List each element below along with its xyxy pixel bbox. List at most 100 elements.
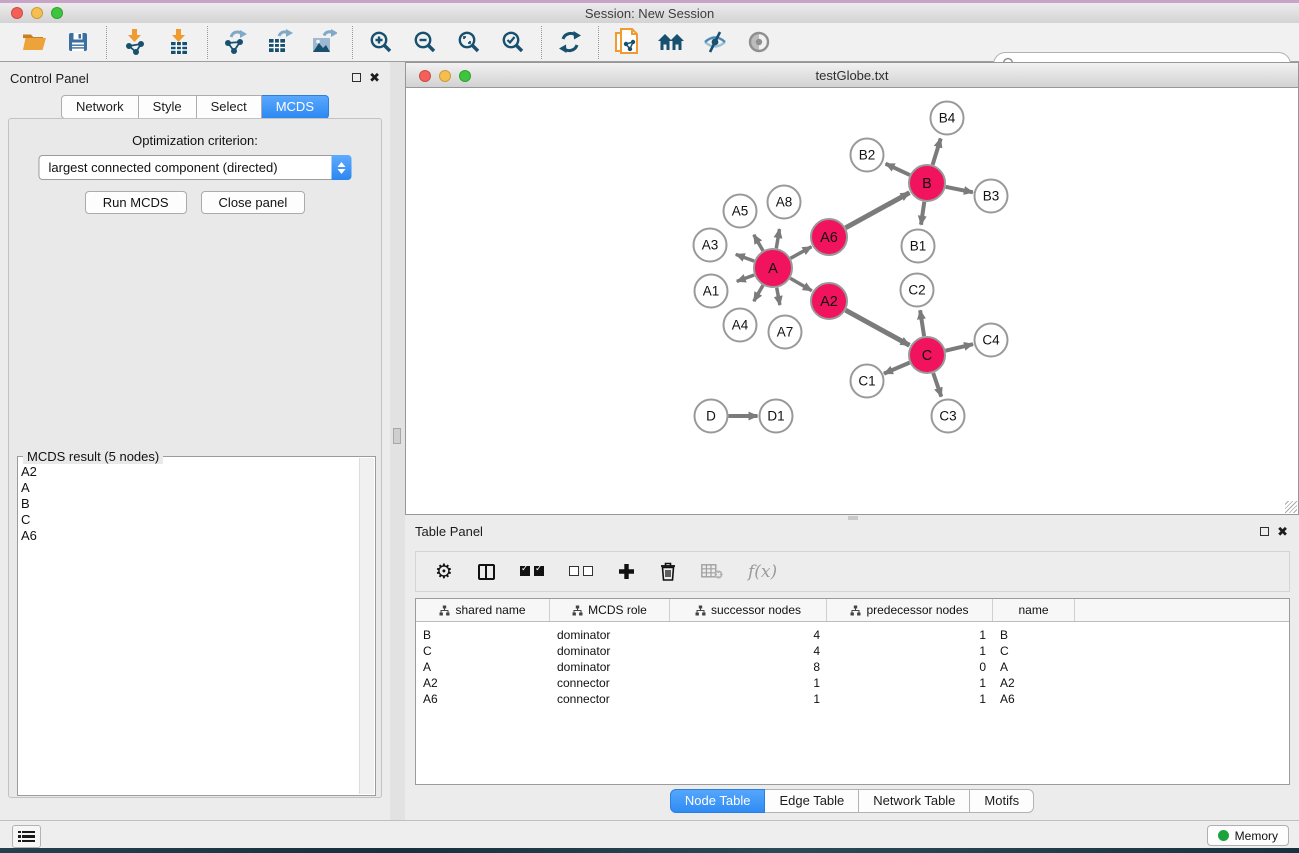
graph-node-C4[interactable]: C4	[975, 324, 1008, 357]
edge-C-C4[interactable]	[946, 344, 974, 351]
criterion-select[interactable]: largest connected component (directed)	[39, 155, 352, 180]
tab-select[interactable]: Select	[197, 95, 262, 119]
tab-node-table[interactable]: Node Table	[670, 789, 766, 813]
network-from-selection-button[interactable]	[608, 27, 646, 58]
tab-edge-table[interactable]: Edge Table	[765, 789, 859, 813]
function-builder-button[interactable]: f(x)	[748, 562, 777, 582]
open-session-button[interactable]	[15, 27, 53, 58]
unselect-all-columns-button[interactable]	[569, 563, 593, 581]
result-scrollbar[interactable]	[359, 458, 374, 794]
edge-C-C2[interactable]	[920, 310, 924, 336]
export-network-button[interactable]	[217, 27, 255, 58]
panel-splitter[interactable]	[390, 62, 405, 820]
delete-table-button[interactable]	[701, 564, 723, 579]
close-panel-icon[interactable]: ✖	[1277, 526, 1288, 538]
column-header-name[interactable]: name	[993, 599, 1075, 621]
edge-A-A2[interactable]	[790, 278, 812, 291]
tab-mcds[interactable]: MCDS	[262, 95, 329, 119]
graph-node-A8[interactable]: A8	[768, 186, 801, 219]
edge-A-A7[interactable]	[777, 288, 780, 305]
zoom-fit-button[interactable]	[450, 27, 488, 58]
edge-A-A4[interactable]	[754, 285, 763, 301]
tab-style[interactable]: Style	[139, 95, 197, 119]
graph-node-B[interactable]: B	[909, 165, 945, 201]
zoom-in-button[interactable]	[362, 27, 400, 58]
graph-node-A2[interactable]: A2	[811, 283, 847, 319]
resize-grip[interactable]	[1285, 501, 1297, 513]
run-mcds-button[interactable]: Run MCDS	[85, 191, 187, 214]
panel-splitter-handle[interactable]	[393, 428, 401, 444]
edge-A-A8[interactable]	[776, 229, 779, 248]
result-item[interactable]: B	[21, 496, 359, 512]
float-panel-icon[interactable]	[1260, 527, 1269, 536]
edge-B-B3[interactable]	[946, 187, 973, 193]
show-columns-button[interactable]	[478, 564, 495, 580]
graph-node-B2[interactable]: B2	[851, 139, 884, 172]
graph-node-D1[interactable]: D1	[760, 400, 793, 433]
edge-A-A3[interactable]	[736, 254, 754, 261]
edge-B-B4[interactable]	[933, 139, 941, 165]
result-item[interactable]: C	[21, 512, 359, 528]
network-canvas[interactable]: A A1 A2 A3 A4 A5 A6 A7 A8 B B1 B2 B3 B4 C C1 C2 C3 C4 D D1	[405, 88, 1299, 515]
memory-button[interactable]: Memory	[1207, 825, 1289, 846]
task-history-button[interactable]	[12, 825, 41, 848]
horizontal-splitter-handle[interactable]	[848, 516, 858, 520]
float-panel-icon[interactable]	[352, 73, 361, 82]
graph-node-C2[interactable]: C2	[901, 274, 934, 307]
edge-C-C1[interactable]	[884, 363, 910, 374]
export-table-button[interactable]	[261, 27, 299, 58]
graph-node-C3[interactable]: C3	[932, 400, 965, 433]
table-row[interactable]: A2connector11A2	[416, 675, 1289, 691]
graph-node-C1[interactable]: C1	[851, 365, 884, 398]
tab-network[interactable]: Network	[61, 95, 139, 119]
column-header-shared-name[interactable]: shared name	[416, 599, 550, 621]
column-header-predecessor-nodes[interactable]: predecessor nodes	[827, 599, 993, 621]
import-table-button[interactable]	[160, 27, 198, 58]
edge-A-A6[interactable]	[791, 247, 812, 259]
graph-node-D[interactable]: D	[695, 400, 728, 433]
show-details-button[interactable]	[740, 27, 778, 58]
graph-node-A5[interactable]: A5	[724, 195, 757, 228]
save-session-button[interactable]	[59, 27, 97, 58]
export-image-button[interactable]	[305, 27, 343, 58]
result-item[interactable]: A2	[21, 464, 359, 480]
graph-node-B3[interactable]: B3	[975, 180, 1008, 213]
close-panel-button[interactable]: Close panel	[201, 191, 306, 214]
tab-motifs[interactable]: Motifs	[970, 789, 1034, 813]
graph-node-A4[interactable]: A4	[724, 309, 757, 342]
delete-columns-button[interactable]	[660, 562, 676, 581]
edge-A-A1[interactable]	[737, 275, 754, 281]
graph-node-A6[interactable]: A6	[811, 219, 847, 255]
apply-layout-button[interactable]	[551, 27, 589, 58]
graph-node-A3[interactable]: A3	[694, 229, 727, 262]
table-row[interactable]: A6connector11A6	[416, 691, 1289, 707]
graph-node-A7[interactable]: A7	[769, 316, 802, 349]
table-row[interactable]: Cdominator41C	[416, 643, 1289, 659]
home-button[interactable]	[652, 27, 690, 58]
graph-node-B4[interactable]: B4	[931, 102, 964, 135]
graph-node-A[interactable]: A	[754, 249, 792, 287]
close-panel-icon[interactable]: ✖	[369, 72, 380, 84]
zoom-out-button[interactable]	[406, 27, 444, 58]
column-header-MCDS-role[interactable]: MCDS role	[550, 599, 670, 621]
table-row[interactable]: Adominator80A	[416, 659, 1289, 675]
graph-node-A1[interactable]: A1	[695, 275, 728, 308]
edge-B-B1[interactable]	[921, 202, 924, 225]
table-settings-button[interactable]: ⚙	[435, 562, 453, 582]
graph-node-B1[interactable]: B1	[902, 230, 935, 263]
graph-node-C[interactable]: C	[909, 337, 945, 373]
edge-A6-B[interactable]	[846, 193, 910, 228]
select-stepper[interactable]	[332, 155, 352, 180]
result-item[interactable]: A	[21, 480, 359, 496]
result-item[interactable]: A6	[21, 528, 359, 544]
select-all-columns-button[interactable]	[520, 563, 544, 581]
edge-A-A5[interactable]	[754, 235, 763, 251]
table-row[interactable]: Bdominator41B	[416, 627, 1289, 643]
zoom-selected-button[interactable]	[494, 27, 532, 58]
edge-A2-C[interactable]	[846, 310, 910, 345]
tab-network-table[interactable]: Network Table	[859, 789, 970, 813]
edge-B-B2[interactable]	[886, 164, 910, 175]
edge-C-C3[interactable]	[933, 373, 941, 397]
add-column-button[interactable]	[618, 563, 635, 580]
column-header-successor-nodes[interactable]: successor nodes	[670, 599, 827, 621]
